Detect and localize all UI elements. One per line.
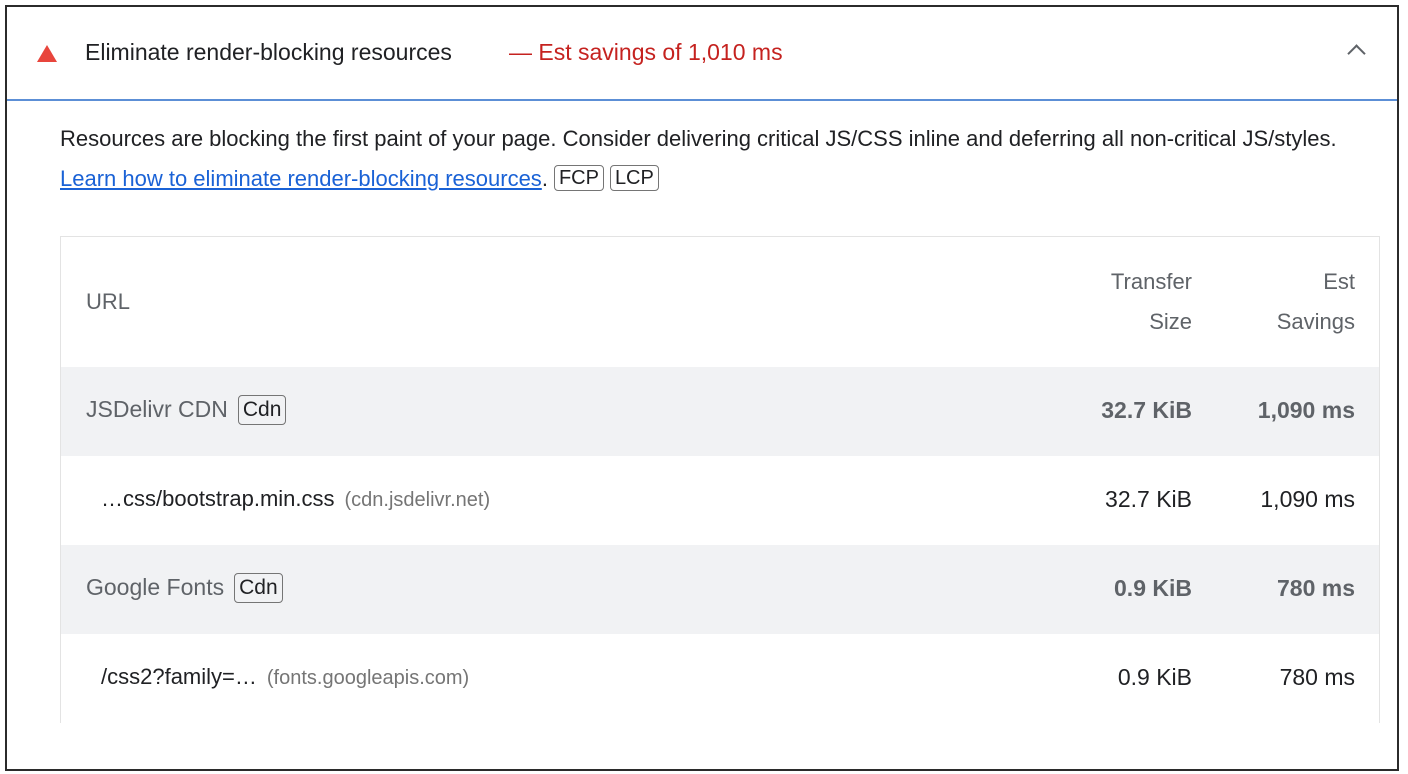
table-header-row: URL Transfer Size Est Savings (61, 237, 1379, 367)
audit-description: Resources are blocking the first paint o… (60, 119, 1370, 199)
resource-path: /css2?family=… (101, 664, 257, 689)
group-est-savings: 780 ms (1276, 575, 1355, 601)
group-name: Google Fonts Cdn (86, 573, 283, 603)
metric-chip-lcp: LCP (609, 165, 659, 191)
group-name: JSDelivr CDN Cdn (86, 395, 287, 425)
column-header-est-savings: Est Savings (1277, 262, 1355, 342)
entity-chip: Cdn (234, 573, 283, 603)
resource-host: (cdn.jsdelivr.net) (344, 489, 491, 511)
group-transfer-size: 32.7 KiB (1101, 397, 1192, 423)
group-est-savings: 1,090 ms (1257, 397, 1355, 423)
resource-path: …css/bootstrap.min.css (101, 486, 335, 511)
resource-transfer-size: 0.9 KiB (1117, 664, 1192, 690)
resource-est-savings: 780 ms (1279, 664, 1355, 690)
chevron-up-icon[interactable] (1347, 44, 1366, 63)
resource-url[interactable]: /css2?family=… (fonts.googleapis.com) (101, 664, 469, 690)
column-header-transfer-size-line2: Size (1149, 309, 1192, 334)
audit-header[interactable]: Eliminate render-blocking resources — Es… (7, 7, 1397, 101)
entity-chip: Cdn (237, 395, 287, 425)
learn-more-link[interactable]: Learn how to eliminate render-blocking r… (60, 166, 542, 191)
description-text: Resources are blocking the first paint o… (60, 126, 1337, 151)
group-name-text: Google Fonts (86, 574, 225, 600)
group-transfer-size: 0.9 KiB (1114, 575, 1192, 601)
column-header-url: URL (86, 289, 131, 314)
warning-triangle-icon (37, 45, 57, 62)
metric-chip-fcp: FCP (553, 165, 604, 191)
resource-url[interactable]: …css/bootstrap.min.css (cdn.jsdelivr.net) (101, 486, 490, 512)
column-header-transfer-size-line1: Transfer (1110, 269, 1192, 294)
column-header-transfer-size: Transfer Size (1111, 262, 1192, 342)
audit-title: Eliminate render-blocking resources (85, 39, 452, 65)
table-group-row: Google Fonts Cdn 0.9 KiB 780 ms (61, 545, 1379, 634)
resource-est-savings: 1,090 ms (1260, 486, 1355, 512)
group-name-text: JSDelivr CDN (86, 396, 228, 422)
audit-panel: Eliminate render-blocking resources — Es… (5, 5, 1399, 771)
table-group-row: JSDelivr CDN Cdn 32.7 KiB 1,090 ms (61, 367, 1379, 456)
resource-transfer-size: 32.7 KiB (1105, 486, 1192, 512)
audit-savings: — Est savings of 1,010 ms (509, 39, 783, 65)
column-header-est-savings-line1: Est (1323, 269, 1355, 294)
description-period: . (541, 166, 548, 191)
table-row: …css/bootstrap.min.css (cdn.jsdelivr.net)… (61, 456, 1379, 545)
resource-host: (fonts.googleapis.com) (266, 667, 470, 689)
table-row: /css2?family=… (fonts.googleapis.com) 0.9… (61, 634, 1379, 723)
column-header-est-savings-line2: Savings (1276, 309, 1355, 334)
resources-table: URL Transfer Size Est Savings JSDelivr CDN… (60, 236, 1380, 723)
